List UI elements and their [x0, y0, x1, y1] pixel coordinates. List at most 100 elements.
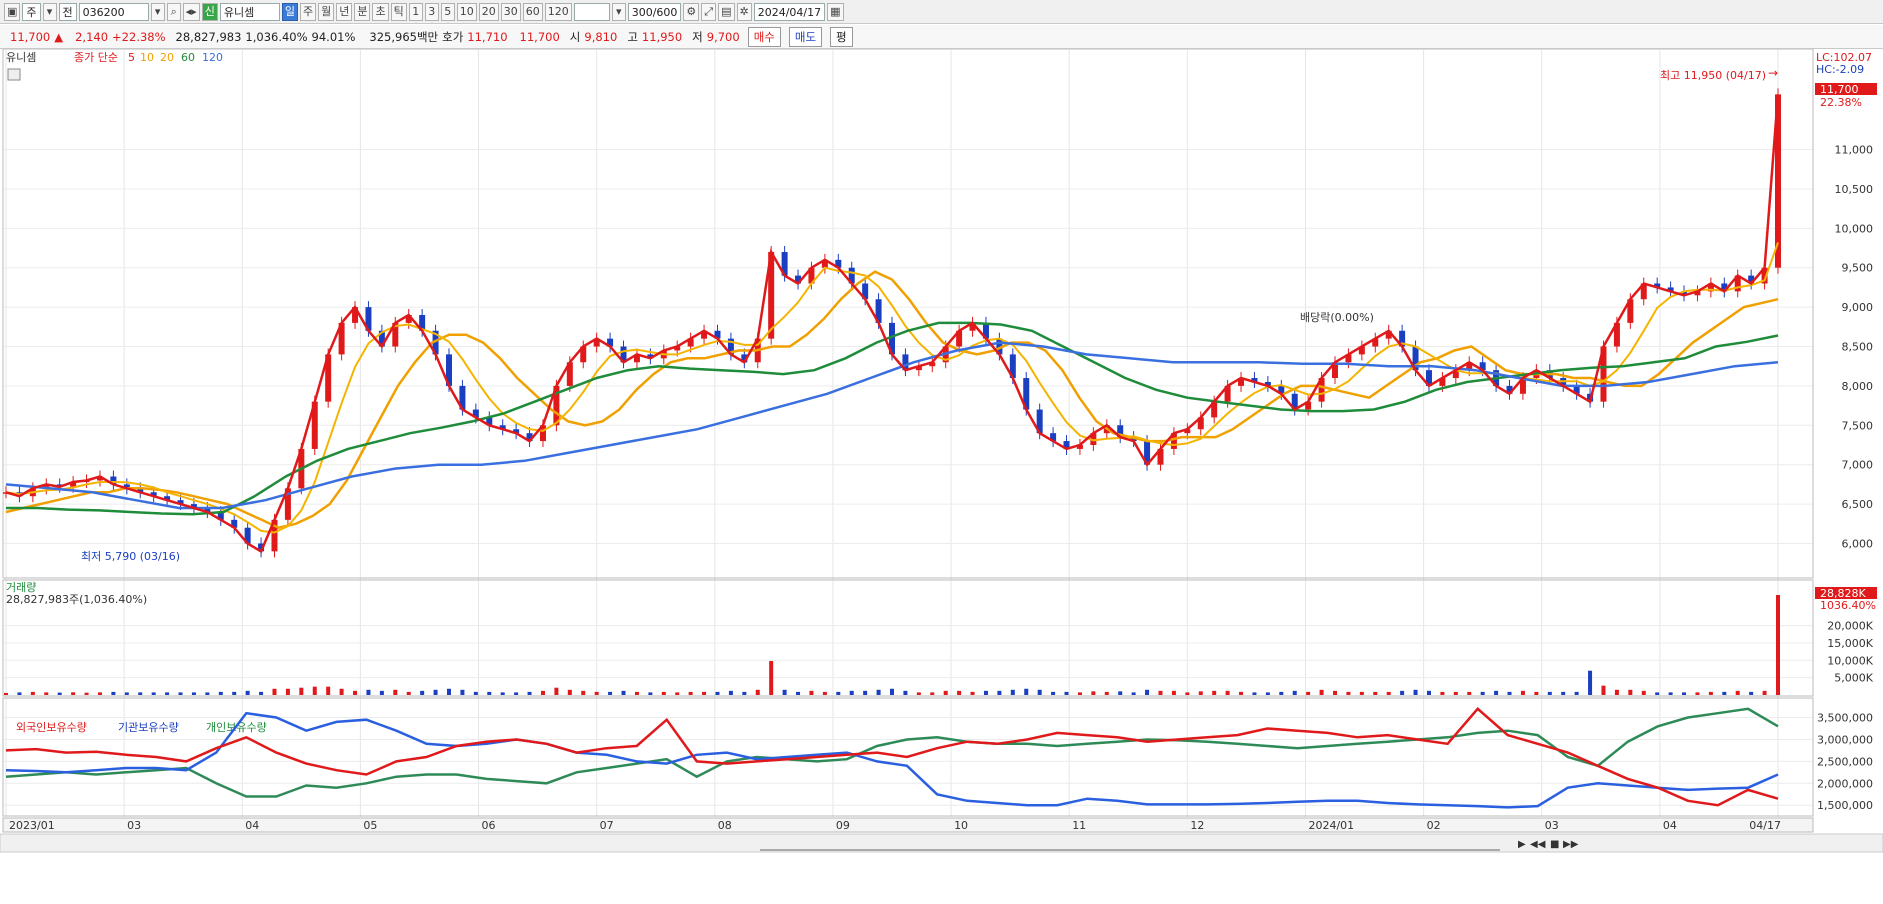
calendar-icon[interactable]: ▦: [827, 2, 844, 21]
volume-bar: [581, 690, 586, 695]
minute-3[interactable]: 3: [424, 2, 439, 21]
save-icon[interactable]: ▤: [718, 2, 735, 21]
expand-icon[interactable]: ⤢: [701, 2, 717, 21]
minute-60[interactable]: 60: [522, 2, 543, 21]
volume-bar: [1588, 670, 1593, 695]
minute-5[interactable]: 5: [440, 2, 455, 21]
speaker-icon[interactable]: ◂▸: [182, 2, 200, 21]
scroll-play[interactable]: ▶: [1518, 839, 1526, 850]
low-annotation: 최저 5,790 (03/16): [81, 550, 180, 563]
search-icon[interactable]: ⌕: [166, 2, 181, 21]
period-tick[interactable]: 틱: [390, 2, 407, 21]
volume-bar: [863, 690, 868, 695]
volume-bar: [1547, 691, 1552, 695]
volume-bar: [1185, 692, 1190, 695]
volume-bar: [1735, 690, 1740, 695]
volume-bar: [594, 691, 599, 695]
volume-bar: [57, 692, 62, 695]
volume-bar: [353, 690, 358, 695]
x-tick-label: 04: [245, 819, 259, 832]
minute-30[interactable]: 30: [500, 2, 521, 21]
series-institution-label: 기관보유수량: [118, 721, 179, 734]
minute-20[interactable]: 20: [478, 2, 499, 21]
code-dropdown-icon[interactable]: ▾: [150, 2, 165, 21]
volume-bar: [849, 690, 854, 695]
sell-button[interactable]: 매도: [788, 26, 823, 47]
period-week[interactable]: 주: [299, 2, 317, 21]
interval-dropdown-icon[interactable]: ▾: [611, 2, 626, 21]
volume-bar: [1749, 691, 1754, 695]
minute-1[interactable]: 1: [408, 2, 423, 21]
code-input[interactable]: 036200: [78, 2, 149, 21]
market-select[interactable]: 주: [22, 2, 41, 21]
price: 11,700: [10, 29, 51, 44]
volume-bar: [71, 692, 76, 695]
volume-bar: [983, 690, 988, 695]
period-year[interactable]: 년: [336, 2, 353, 21]
stock-chart[interactable]: 유니셈 종가 단순 5 10 20 60 120 LC:102.07 HC:-2…: [0, 49, 1883, 904]
volume-bar: [1279, 691, 1284, 695]
market-dropdown-icon[interactable]: ▾: [42, 2, 57, 21]
period-minute[interactable]: 분: [354, 2, 371, 21]
price-tick-label: 7,000: [1842, 459, 1874, 472]
volume-bar: [285, 688, 290, 695]
volume-ratio: 1,036.40%: [245, 29, 308, 44]
holding-tick-label: 2,500,000: [1817, 755, 1873, 768]
volume-bar: [890, 688, 894, 695]
price-tick-label: 10,500: [1835, 183, 1874, 196]
volume-bar: [1400, 690, 1405, 695]
date-field[interactable]: 2024/04/17: [753, 2, 826, 21]
custom-interval-input[interactable]: [573, 2, 610, 21]
volume-bar: [970, 691, 975, 695]
volume-bar: [1171, 690, 1176, 695]
period-month[interactable]: 월: [318, 2, 335, 21]
x-tick-label: 11: [1072, 819, 1086, 832]
volume-bar: [782, 689, 787, 695]
period-second[interactable]: 초: [372, 2, 389, 21]
scroll-back[interactable]: ◀◀: [1530, 839, 1546, 850]
minute-120[interactable]: 120: [544, 2, 572, 21]
panel-toggle-icon[interactable]: [7, 68, 21, 81]
prefix-select[interactable]: 전: [58, 2, 77, 21]
volume-bar: [661, 691, 666, 695]
volume-bar: [151, 692, 156, 695]
volume-bar: [312, 686, 317, 695]
volume-bar: [245, 690, 250, 695]
eval-button[interactable]: 평: [830, 26, 853, 47]
scroll-forward[interactable]: ▶▶: [1563, 839, 1579, 850]
volume-bar: [836, 691, 841, 695]
settings-icon[interactable]: ⚙: [683, 2, 700, 21]
volume-bar: [272, 688, 277, 695]
toolbar: ▣ 주 ▾ 전 036200 ▾ ⌕ ◂▸ 신 유니셈 일 주 월 년 분 초 …: [0, 0, 1883, 24]
volume-bar: [1373, 691, 1378, 695]
volume-bar: [809, 690, 814, 695]
minute-10[interactable]: 10: [456, 2, 477, 21]
buy-button[interactable]: 매수: [747, 26, 781, 47]
volume-bar: [1534, 691, 1539, 695]
holding-tick-label: 3,500,000: [1817, 712, 1873, 725]
volume-bar: [943, 690, 948, 695]
count-field[interactable]: 300/600: [627, 2, 682, 21]
scroll-stop[interactable]: ■: [1550, 839, 1559, 850]
volume-bar: [1494, 690, 1499, 695]
layout-icon[interactable]: ▣: [4, 2, 21, 21]
volume-bar: [1225, 690, 1230, 695]
volume-bar: [675, 692, 680, 695]
volume-bar: [903, 690, 908, 695]
volume-bar: [1064, 691, 1069, 695]
gear-icon[interactable]: ✲: [736, 2, 752, 21]
series-foreign-label: 외국인보유수량: [16, 721, 87, 734]
x-tick-label: 05: [363, 819, 377, 832]
change-pct: +22.38%: [112, 29, 166, 44]
volume-summary: 28,827,983주(1,036.40%): [6, 593, 147, 606]
volume-bar: [822, 691, 827, 695]
volume-bar: [205, 692, 210, 695]
stock-name[interactable]: 유니셈: [219, 2, 280, 21]
volume-bar: [165, 692, 170, 695]
high-label: 고: [627, 29, 638, 44]
legend-ma60: 60: [181, 51, 195, 64]
price-tick-label: 7,500: [1842, 419, 1874, 432]
scroll-thumb[interactable]: [760, 849, 1500, 851]
turnover: 94.01%: [311, 29, 356, 44]
period-day[interactable]: 일: [281, 2, 298, 21]
